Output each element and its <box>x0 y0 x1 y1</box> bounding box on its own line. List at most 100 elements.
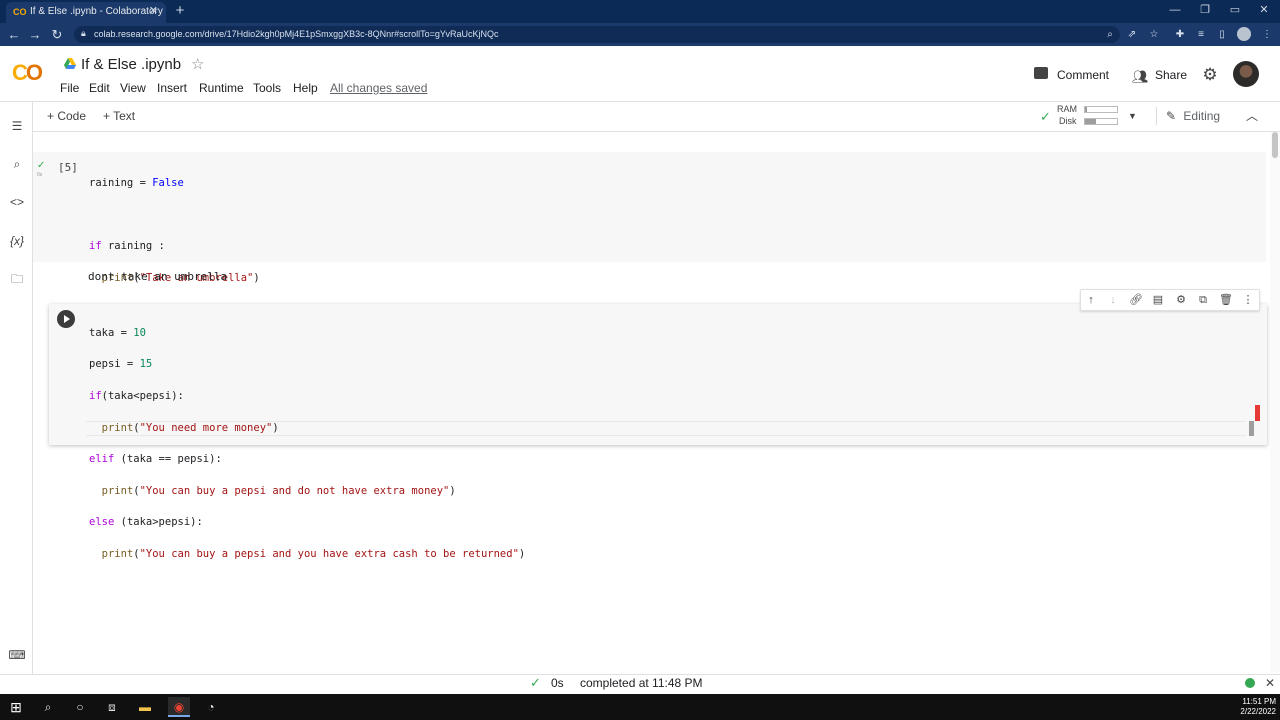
window-close-icon[interactable]: ✕ <box>1249 0 1279 22</box>
save-status-link[interactable]: All changes saved <box>330 79 427 97</box>
comment-button[interactable]: Comment <box>1032 64 1120 86</box>
cell-settings-icon[interactable]: ⚙ <box>1171 291 1191 309</box>
ram-label[interactable]: RAM <box>1057 104 1077 115</box>
move-cell-up-icon[interactable]: ↑ <box>1081 291 1101 309</box>
status-check-icon: ✓ <box>530 675 541 690</box>
tab-title: If & Else .ipynb - Colaboratory <box>30 6 163 17</box>
settings-gear-icon[interactable]: ⚙ <box>1200 65 1220 85</box>
reload-icon[interactable]: ↻ <box>47 23 67 46</box>
collapse-header-icon[interactable]: ︿ <box>1246 108 1258 124</box>
taskbar-search-icon[interactable]: ⌕ <box>37 697 59 717</box>
bookmark-star-icon[interactable]: ☆ <box>1145 26 1163 43</box>
editor-scrollbar[interactable] <box>1249 421 1254 436</box>
resources-dropdown-icon[interactable]: ▼ <box>1128 110 1137 122</box>
side-panel-icon[interactable]: ▯ <box>1213 26 1231 43</box>
runtime-status-dot <box>1245 678 1255 688</box>
back-arrow-icon[interactable]: ← <box>4 23 24 46</box>
ram-usage-bar[interactable] <box>1084 106 1118 113</box>
cell-2-code-editor[interactable]: taka = 10 pepsi = 15 if(taka<pepsi): pri… <box>89 310 525 579</box>
share-link-icon[interactable]: ⇗ <box>1123 26 1141 43</box>
people-icon: 👥︎ <box>1132 69 1149 84</box>
code-line: else (taka>pepsi): <box>89 516 203 529</box>
cell-success-check-icon: ✓ <box>37 160 46 171</box>
disk-label[interactable]: Disk <box>1059 116 1077 127</box>
notebook-scrollbar[interactable] <box>1270 132 1280 672</box>
cortana-icon[interactable]: ○ <box>69 697 91 717</box>
disk-usage-bar[interactable] <box>1084 118 1118 125</box>
files-folder-icon[interactable]: 🗀︎ <box>6 269 28 289</box>
cell-1-output: dont take an umbrella <box>88 270 228 283</box>
table-of-contents-icon[interactable]: ☰ <box>6 116 28 136</box>
connected-check-icon[interactable]: ✓ <box>1040 110 1051 124</box>
clock-date: 2/22/2022 <box>1240 707 1276 716</box>
browser-profile-icon[interactable] <box>1237 27 1251 41</box>
cell-more-options-icon[interactable]: ⋮ <box>1238 291 1258 309</box>
url-text: colab.research.google.com/drive/17Hdio2k… <box>94 29 499 39</box>
notebook-scroll-thumb[interactable] <box>1272 132 1278 158</box>
code-line: print("You need more money") <box>101 421 279 434</box>
taskbar-clock[interactable]: 11:51 PM 2/22/2022 <box>1232 697 1276 717</box>
delete-cell-icon[interactable]: 🗑︎ <box>1216 291 1236 309</box>
menu-help[interactable]: Help <box>293 79 318 97</box>
comment-icon <box>1034 67 1048 79</box>
menu-runtime[interactable]: Runtime <box>199 79 244 97</box>
execution-count[interactable]: [5] <box>58 160 78 175</box>
new-tab-plus-icon[interactable]: + <box>172 2 188 20</box>
move-cell-down-icon[interactable]: ↓ <box>1103 291 1123 309</box>
colab-favicon-icon: CO <box>13 7 27 17</box>
forward-arrow-icon[interactable]: → <box>25 23 45 46</box>
extensions-icon[interactable]: ✚ <box>1171 26 1189 43</box>
chrome-icon[interactable]: ◉ <box>168 697 190 717</box>
status-close-icon[interactable]: ✕ <box>1265 676 1275 690</box>
ram-usage-fill <box>1085 107 1087 112</box>
command-palette-icon[interactable]: ⌨︎ <box>6 645 28 665</box>
lock-icon[interactable]: 🔒︎ <box>81 28 86 39</box>
add-code-button[interactable]: + Code <box>47 107 86 125</box>
pencil-icon: ✎ <box>1166 109 1177 123</box>
menu-tools[interactable]: Tools <box>253 79 281 97</box>
browser-menu-icon[interactable]: ⋮ <box>1258 26 1276 43</box>
cell-exec-time: 0s <box>37 172 43 178</box>
run-cell-button[interactable] <box>57 310 75 328</box>
search-lens-icon[interactable]: ⌕ <box>1101 26 1119 43</box>
user-avatar[interactable] <box>1233 61 1259 87</box>
restore-down-icon[interactable]: ❐ <box>1190 0 1220 22</box>
media-list-icon[interactable]: ≡ <box>1192 26 1210 43</box>
task-view-icon[interactable]: ⧈ <box>101 697 123 717</box>
minimize-icon[interactable]: — <box>1160 0 1190 22</box>
code-line: elif (taka == pepsi): <box>89 453 222 466</box>
windows-start-icon[interactable]: ⊞ <box>5 697 27 717</box>
editor-scroll-marker <box>1255 405 1260 421</box>
disk-usage-fill <box>1085 119 1097 124</box>
code-line: if raining : <box>89 239 165 252</box>
notebook-title[interactable]: If & Else .ipynb <box>81 55 181 75</box>
menu-file[interactable]: File <box>60 79 79 97</box>
editing-label: Editing <box>1183 109 1221 123</box>
add-comment-icon[interactable]: ▤ <box>1148 291 1168 309</box>
left-sidebar <box>0 102 33 674</box>
file-explorer-icon[interactable]: ▬ <box>134 697 156 717</box>
menu-view[interactable]: View <box>120 79 146 97</box>
add-text-button[interactable]: + Text <box>103 107 135 125</box>
browser-tab[interactable]: CO If & Else .ipynb - Colaboratory ✕ <box>6 2 166 23</box>
menu-insert[interactable]: Insert <box>157 79 187 97</box>
colab-logo[interactable]: CO <box>12 60 48 86</box>
star-icon[interactable]: ☆ <box>191 55 204 75</box>
restore-window-icon[interactable]: ▭ <box>1220 0 1250 22</box>
menu-edit[interactable]: Edit <box>89 79 110 97</box>
code-line: raining = False <box>89 176 184 189</box>
code-snippets-icon[interactable]: <> <box>6 192 28 212</box>
status-completed-text[interactable]: completed at 11:48 PM <box>580 676 703 690</box>
link-to-cell-icon[interactable]: 🔗︎ <box>1126 291 1146 309</box>
code-line: pepsi = 15 <box>89 358 153 371</box>
mirror-cell-icon[interactable]: ⧉ <box>1193 291 1213 309</box>
variables-icon[interactable]: {x} <box>6 231 28 251</box>
code-line: taka = 10 <box>89 326 146 339</box>
share-button[interactable]: 👥︎ Share <box>1132 64 1192 86</box>
windows-taskbar <box>0 694 1280 720</box>
taskbar-app-icon[interactable]: ◔ <box>200 697 222 717</box>
editing-mode-button[interactable]: ✎ Editing <box>1166 107 1220 125</box>
search-icon[interactable]: ⌕ <box>6 154 28 174</box>
tab-close-icon[interactable]: ✕ <box>149 2 158 21</box>
